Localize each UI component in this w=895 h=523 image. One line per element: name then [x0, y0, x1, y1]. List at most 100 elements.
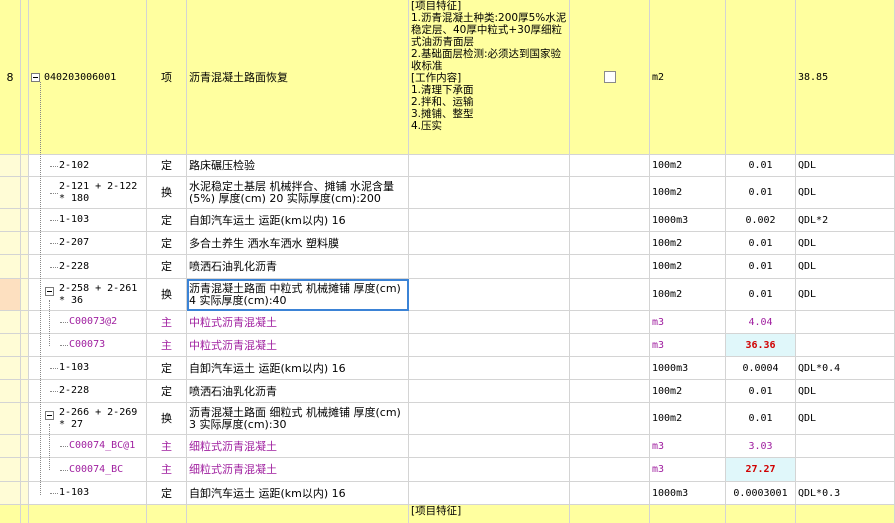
quota-name[interactable]: 沥青混凝土路面 细粒式 机械摊铺 厚度(cm) 3 实际厚度(cm):30: [187, 403, 409, 435]
quota-checkbox-cell[interactable]: [570, 177, 650, 209]
quota-checkbox-cell[interactable]: [570, 334, 650, 357]
quota-feature[interactable]: [409, 177, 570, 209]
item-code-cell[interactable]: [29, 505, 147, 523]
quota-checkbox-cell[interactable]: [570, 255, 650, 279]
quota-quantity[interactable]: 0.01: [726, 177, 796, 209]
quota-expression[interactable]: QDL: [796, 177, 895, 209]
quota-expression[interactable]: QDL: [796, 403, 895, 435]
quota-feature[interactable]: [409, 232, 570, 255]
quota-row[interactable]: 2-102 定路床碾压检验 100m2 0.01 QDL: [0, 155, 895, 177]
quota-feature[interactable]: [409, 458, 570, 482]
quota-feature[interactable]: [409, 334, 570, 357]
quota-row[interactable]: 2-266 + 2-269 * 27 换沥青混凝土路面 细粒式 机械摊铺 厚度(c…: [0, 403, 895, 435]
quota-quantity[interactable]: 27.27: [726, 458, 796, 482]
quota-feature[interactable]: [409, 482, 570, 505]
code-cell[interactable]: 2-228: [29, 255, 147, 279]
quota-row[interactable]: 2-228 定喷洒石油乳化沥青 100m2 0.01 QDL: [0, 255, 895, 279]
quota-checkbox-cell[interactable]: [570, 279, 650, 311]
quota-quantity[interactable]: 0.01: [726, 380, 796, 403]
quota-expression[interactable]: QDL: [796, 155, 895, 177]
quota-checkbox-cell[interactable]: [570, 311, 650, 334]
code-cell[interactable]: 2-228: [29, 380, 147, 403]
quota-quantity[interactable]: 0.01: [726, 279, 796, 311]
item-quantity[interactable]: [726, 0, 796, 155]
bill-item-row[interactable]: 8 040203006001 项 沥青混凝土路面恢复 [项目特征] 1.沥青混凝…: [0, 0, 895, 155]
code-cell[interactable]: 2-207: [29, 232, 147, 255]
quota-expression[interactable]: QDL: [796, 279, 895, 311]
quota-expression[interactable]: QDL*2: [796, 209, 895, 232]
quota-name[interactable]: 中粒式沥青混凝土: [187, 334, 409, 357]
quota-row[interactable]: 2-228 定喷洒石油乳化沥青 100m2 0.01 QDL: [0, 380, 895, 403]
quota-quantity[interactable]: 3.03: [726, 435, 796, 458]
item-feature[interactable]: [项目特征] 1.沥青混凝土种类:200厚5%水泥稳定层、40厚中粒式+30厚细…: [409, 0, 570, 155]
quota-name[interactable]: 细粒式沥青混凝土: [187, 435, 409, 458]
quota-quantity[interactable]: 0.01: [726, 403, 796, 435]
material-row[interactable]: C00074_BC 主细粒式沥青混凝土 m3 27.27: [0, 458, 895, 482]
quota-row[interactable]: 2-207 定多合土养生 洒水车洒水 塑料膜 100m2 0.01 QDL: [0, 232, 895, 255]
item-expression[interactable]: [796, 505, 895, 523]
quota-name[interactable]: 水泥稳定土基层 机械拌合、摊铺 水泥含量(5%) 厚度(cm) 20 实际厚度(…: [187, 177, 409, 209]
quota-name[interactable]: 多合土养生 洒水车洒水 塑料膜: [187, 232, 409, 255]
quota-name[interactable]: 自卸汽车运土 运距(km以内) 16: [187, 209, 409, 232]
quota-feature[interactable]: [409, 279, 570, 311]
quota-checkbox-cell[interactable]: [570, 209, 650, 232]
quota-feature[interactable]: [409, 403, 570, 435]
code-cell[interactable]: 2-266 + 2-269 * 27: [29, 403, 147, 435]
item-checkbox[interactable]: [603, 71, 616, 83]
quota-checkbox-cell[interactable]: [570, 482, 650, 505]
quota-expression[interactable]: QDL: [796, 232, 895, 255]
quota-quantity[interactable]: 0.002: [726, 209, 796, 232]
quota-quantity[interactable]: 4.04: [726, 311, 796, 334]
next-bill-item-row[interactable]: [项目特征]: [0, 505, 895, 523]
quota-name[interactable]: 自卸汽车运土 运距(km以内) 16: [187, 482, 409, 505]
item-checkbox-cell[interactable]: [570, 505, 650, 523]
quota-quantity[interactable]: 0.0003001: [726, 482, 796, 505]
item-expression[interactable]: 38.85: [796, 0, 895, 155]
quota-checkbox-cell[interactable]: [570, 403, 650, 435]
code-cell[interactable]: C00073@2: [29, 311, 147, 334]
code-cell[interactable]: C00073: [29, 334, 147, 357]
quota-expression[interactable]: QDL*0.4: [796, 357, 895, 380]
collapse-toggle-icon[interactable]: [45, 287, 54, 296]
quota-expression[interactable]: QDL*0.3: [796, 482, 895, 505]
quota-name[interactable]: 喷洒石油乳化沥青: [187, 255, 409, 279]
code-cell[interactable]: C00074_BC@1: [29, 435, 147, 458]
quota-checkbox-cell[interactable]: [570, 232, 650, 255]
quota-quantity[interactable]: 0.01: [726, 232, 796, 255]
material-row[interactable]: C00074_BC@1 主细粒式沥青混凝土 m3 3.03: [0, 435, 895, 458]
quota-quantity[interactable]: 36.36: [726, 334, 796, 357]
quota-name[interactable]: 细粒式沥青混凝土: [187, 458, 409, 482]
quota-feature[interactable]: [409, 155, 570, 177]
code-cell[interactable]: 2-102: [29, 155, 147, 177]
quota-feature[interactable]: [409, 209, 570, 232]
code-cell[interactable]: 1-103: [29, 209, 147, 232]
quota-row[interactable]: 2-121 + 2-122 * 180 换水泥稳定土基层 机械拌合、摊铺 水泥含量…: [0, 177, 895, 209]
quota-row[interactable]: 1-103 定自卸汽车运土 运距(km以内) 16 1000m3 0.002 QDL*2: [0, 209, 895, 232]
quota-name[interactable]: 中粒式沥青混凝土: [187, 311, 409, 334]
quota-expression[interactable]: [796, 311, 895, 334]
item-name[interactable]: [187, 505, 409, 523]
collapse-toggle-icon[interactable]: [31, 72, 40, 82]
quota-row[interactable]: 2-258 + 2-261 * 36 换沥青混凝土路面 中粒式 机械摊铺 厚度(c…: [0, 279, 895, 311]
quota-expression[interactable]: [796, 458, 895, 482]
material-row[interactable]: C00073@2 主中粒式沥青混凝土 m3 4.04: [0, 311, 895, 334]
quota-checkbox-cell[interactable]: [570, 380, 650, 403]
quota-quantity[interactable]: 0.01: [726, 255, 796, 279]
material-row[interactable]: C00073 主中粒式沥青混凝土 m3 36.36: [0, 334, 895, 357]
item-name[interactable]: 沥青混凝土路面恢复: [187, 0, 409, 155]
code-cell[interactable]: 2-121 + 2-122 * 180: [29, 177, 147, 209]
item-checkbox-cell[interactable]: [570, 0, 650, 155]
quota-name[interactable]: 喷洒石油乳化沥青: [187, 380, 409, 403]
code-cell[interactable]: 2-258 + 2-261 * 36: [29, 279, 147, 311]
quota-feature[interactable]: [409, 311, 570, 334]
quota-expression[interactable]: QDL: [796, 255, 895, 279]
item-code-cell[interactable]: 040203006001: [29, 0, 147, 155]
quota-feature[interactable]: [409, 255, 570, 279]
quota-expression[interactable]: QDL: [796, 380, 895, 403]
code-cell[interactable]: 1-103: [29, 357, 147, 380]
quota-expression[interactable]: [796, 334, 895, 357]
quota-name[interactable]: 路床碾压检验: [187, 155, 409, 177]
quota-row[interactable]: 1-103 定自卸汽车运土 运距(km以内) 16 1000m3 0.0004 QDL*…: [0, 357, 895, 380]
quota-checkbox-cell[interactable]: [570, 458, 650, 482]
code-cell[interactable]: 1-103: [29, 482, 147, 505]
